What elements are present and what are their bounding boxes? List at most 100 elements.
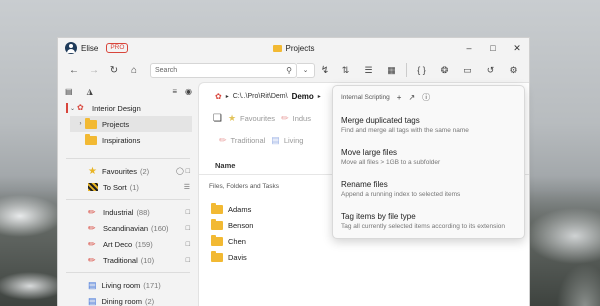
gear-icon[interactable]: ⚙ xyxy=(502,61,525,79)
tag-icon[interactable]: ◮ xyxy=(87,87,93,96)
filter-chip-living[interactable]: ▤ Living xyxy=(271,135,303,146)
room-label: Dining room xyxy=(101,296,142,306)
left-panel-header: ▤ ◮ ≡ ◉ xyxy=(58,82,198,100)
search-icon[interactable]: ⚲ xyxy=(286,66,292,75)
list-view-icon[interactable]: ☰ xyxy=(357,61,380,79)
tag-count: (159) xyxy=(135,239,153,249)
home-icon[interactable]: ⌂ xyxy=(124,61,144,79)
popup-header: Internal Scripting + ↗ ⓘ xyxy=(333,86,524,108)
file-name: Chen xyxy=(228,236,246,246)
script-title: Tag items by file type xyxy=(341,212,416,221)
note-icon[interactable]: □ xyxy=(186,257,190,264)
panel-toggle-icon[interactable]: ▭ xyxy=(456,61,479,79)
room-count: (171) xyxy=(143,280,161,290)
filter-icon[interactable]: ≡ xyxy=(172,87,177,96)
script-item-move-large-files[interactable]: Move large files Move all files > 1GB to… xyxy=(333,140,524,172)
filter-bar-row-2: ✏ Traditional ▤ Living xyxy=(219,135,303,146)
script-title: Merge duplicated tags xyxy=(341,116,420,125)
tree-item-interior-design[interactable]: ⌄ ✿ Interior Design xyxy=(58,100,198,116)
chevron-right-icon[interactable]: ▸ xyxy=(318,93,321,100)
search-dropdown-button[interactable]: ⌄ xyxy=(297,62,315,78)
script-description: Tag all currently selected items accordi… xyxy=(341,223,506,230)
tag-label: Traditional xyxy=(103,255,138,265)
plus-icon[interactable]: + xyxy=(397,93,402,102)
breadcrumb: ✿ ▸ C:\..\Pro\Rit\Dem\ Demo ▸ xyxy=(215,92,321,101)
tree-item-projects[interactable]: › Projects xyxy=(70,116,192,132)
tree-item-inspirations[interactable]: Inspirations xyxy=(58,132,198,148)
pen-icon: ✏ xyxy=(88,207,96,217)
shield-icon[interactable]: ◯ □ xyxy=(176,167,190,175)
tree-item-label: Interior Design xyxy=(92,103,141,113)
maximize-button[interactable]: □ xyxy=(481,38,505,58)
file-name: Davis xyxy=(228,252,247,262)
user-name[interactable]: Elise xyxy=(81,44,98,53)
hierarchy-icon[interactable]: ☰ xyxy=(184,183,190,191)
sidebar-item-scandinavian[interactable]: ✏ Scandinavian (160) □ xyxy=(58,220,198,236)
filter-chip-traditional[interactable]: ✏ Traditional xyxy=(219,135,265,146)
scripting-icon[interactable]: { } xyxy=(410,61,433,79)
popup-title: Internal Scripting xyxy=(341,93,390,101)
sidebar-item-industrial[interactable]: ✏ Industrial (88) □ xyxy=(58,204,198,220)
list-item[interactable]: Chen xyxy=(211,233,253,249)
archive-icon[interactable]: ▤ xyxy=(65,87,73,96)
file-name: Benson xyxy=(228,220,254,230)
eye-icon[interactable]: ◉ xyxy=(185,87,192,96)
script-item-tag-by-type[interactable]: Tag items by file type Tag all currently… xyxy=(333,204,524,236)
grid-view-icon[interactable]: ▦ xyxy=(380,61,403,79)
sidebar-item-favourites[interactable]: ★ Favourites (2) ◯ □ xyxy=(58,163,198,179)
script-item-rename-files[interactable]: Rename files Append a running index to s… xyxy=(333,172,524,204)
settings-cross-icon[interactable]: ❂ xyxy=(433,61,456,79)
to-sort-label: To Sort xyxy=(103,182,127,192)
back-arrow-icon[interactable]: ← xyxy=(64,61,84,79)
filter-chip-industrial[interactable]: ✏ Indus xyxy=(281,113,311,124)
close-button[interactable]: ✕ xyxy=(505,38,529,58)
filter-chip-favourites[interactable]: ★ Favourites xyxy=(228,113,275,124)
sidebar-item-to-sort[interactable]: To Sort (1) ☰ xyxy=(58,179,198,195)
search-placeholder: Search xyxy=(155,66,178,74)
note-icon[interactable]: □ xyxy=(186,241,190,248)
pen-icon: ✏ xyxy=(281,113,289,123)
copy-icon[interactable]: ❏ xyxy=(213,113,222,124)
list-item[interactable]: Davis xyxy=(211,249,253,265)
refresh-icon[interactable]: ↻ xyxy=(104,61,124,79)
file-list: Adams Benson Chen Davis xyxy=(211,201,253,265)
tag-label: Industrial xyxy=(103,207,134,217)
group-header: Files, Folders and Tasks xyxy=(209,183,279,190)
list-item[interactable]: Benson xyxy=(211,217,253,233)
sidebar-item-living-room[interactable]: ▤ Living room (171) xyxy=(58,277,198,293)
chevron-right-icon[interactable]: › xyxy=(76,121,85,127)
forward-arrow-icon[interactable]: → xyxy=(84,61,104,79)
palette-icon[interactable]: ✿ xyxy=(215,92,222,101)
sidebar-item-art-deco[interactable]: ✏ Art Deco (159) □ xyxy=(58,236,198,252)
open-external-icon[interactable]: ↗ xyxy=(408,93,415,102)
breadcrumb-path[interactable]: C:\..\Pro\Rit\Dem\ xyxy=(233,93,288,100)
note-icon[interactable]: □ xyxy=(186,225,190,232)
help-icon[interactable]: ⓘ xyxy=(422,92,430,103)
folder-icon xyxy=(211,202,223,214)
search-input[interactable]: Search ⚲ xyxy=(150,62,297,78)
star-icon: ★ xyxy=(227,113,237,123)
breadcrumb-current[interactable]: Demo xyxy=(292,92,314,101)
list-item[interactable]: Adams xyxy=(211,201,253,217)
to-sort-count: (1) xyxy=(129,182,139,192)
sort-icon[interactable]: ⇅ xyxy=(334,61,357,79)
avatar[interactable] xyxy=(65,42,77,54)
chevron-down-icon[interactable]: ⌄ xyxy=(68,105,77,112)
filter-bar: ❏ ★ Favourites ✏ Indus xyxy=(213,113,311,124)
pen-icon: ✏ xyxy=(88,255,96,265)
minimize-button[interactable]: – xyxy=(457,38,481,58)
folder-icon xyxy=(211,234,223,246)
window-title-text: Projects xyxy=(285,43,315,53)
folder-icon xyxy=(272,44,282,52)
folder-icon xyxy=(211,250,223,262)
sidebar-item-traditional[interactable]: ✏ Traditional (10) □ xyxy=(58,252,198,268)
script-item-merge-tags[interactable]: Merge duplicated tags Find and merge all… xyxy=(333,108,524,140)
note-icon[interactable]: □ xyxy=(186,209,190,216)
filter-label: Living xyxy=(283,136,304,145)
lightning-icon[interactable]: ↯ xyxy=(315,61,335,79)
folder-icon xyxy=(211,218,223,230)
sidebar-item-dining-room[interactable]: ▤ Dining room (2) xyxy=(58,293,198,306)
toolbar: ← → ↻ ⌂ Search ⚲ ⌄ ↯ ⇅ ☰ ▦ { } ❂ ▭ ↺ ⚙ xyxy=(58,58,529,82)
pen-icon: ✏ xyxy=(88,223,96,233)
history-icon[interactable]: ↺ xyxy=(479,61,502,79)
